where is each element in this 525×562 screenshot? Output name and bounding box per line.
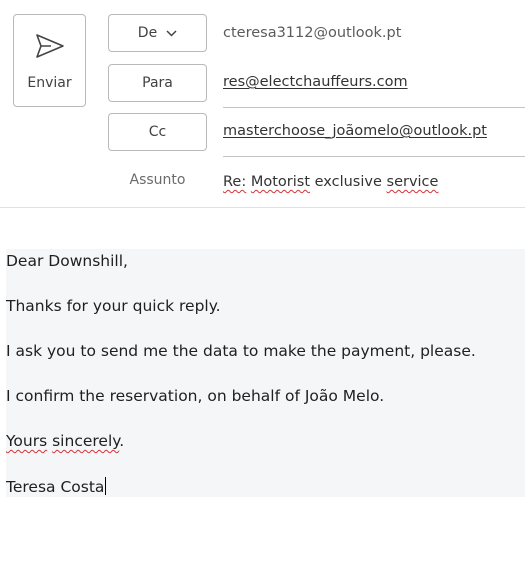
cc-button[interactable]: Cc — [108, 113, 207, 151]
from-button-label: De — [137, 25, 158, 41]
subject-value: Re: Motorist exclusive service — [223, 174, 439, 190]
header-divider — [0, 207, 525, 208]
body-signature: Teresa Costa — [6, 477, 107, 496]
to-button-label: Para — [142, 75, 173, 91]
send-icon — [36, 34, 64, 58]
cc-button-label: Cc — [148, 124, 167, 140]
send-button[interactable]: Enviar — [13, 14, 86, 107]
body-line-1: Thanks for your quick reply. — [6, 297, 221, 315]
from-value: cteresa3112@outlook.pt — [223, 25, 402, 41]
body-greeting: Dear Downshill, — [6, 252, 128, 270]
message-body[interactable]: Dear Downshill, Thanks for your quick re… — [6, 249, 525, 497]
from-field[interactable]: cteresa3112@outlook.pt — [223, 14, 525, 52]
cc-recipient[interactable]: masterchoose_joãomelo@outlook.pt — [223, 123, 487, 139]
to-field[interactable]: res@electchauffeurs.com — [223, 64, 525, 108]
send-label: Enviar — [27, 75, 72, 91]
subject-label: Assunto — [129, 172, 186, 188]
subject-field[interactable]: Re: Motorist exclusive service — [223, 163, 525, 201]
from-button[interactable]: De — [108, 14, 207, 52]
body-closing: Yours sincerely. — [6, 432, 125, 450]
to-button[interactable]: Para — [108, 64, 207, 102]
body-line-3: I confirm the reservation, on behalf of … — [6, 387, 385, 405]
text-cursor — [105, 477, 107, 495]
chevron-down-icon — [166, 29, 177, 37]
cc-field[interactable]: masterchoose_joãomelo@outlook.pt — [223, 113, 525, 157]
body-line-2: I ask you to send me the data to make th… — [6, 342, 476, 360]
to-recipient[interactable]: res@electchauffeurs.com — [223, 74, 408, 90]
